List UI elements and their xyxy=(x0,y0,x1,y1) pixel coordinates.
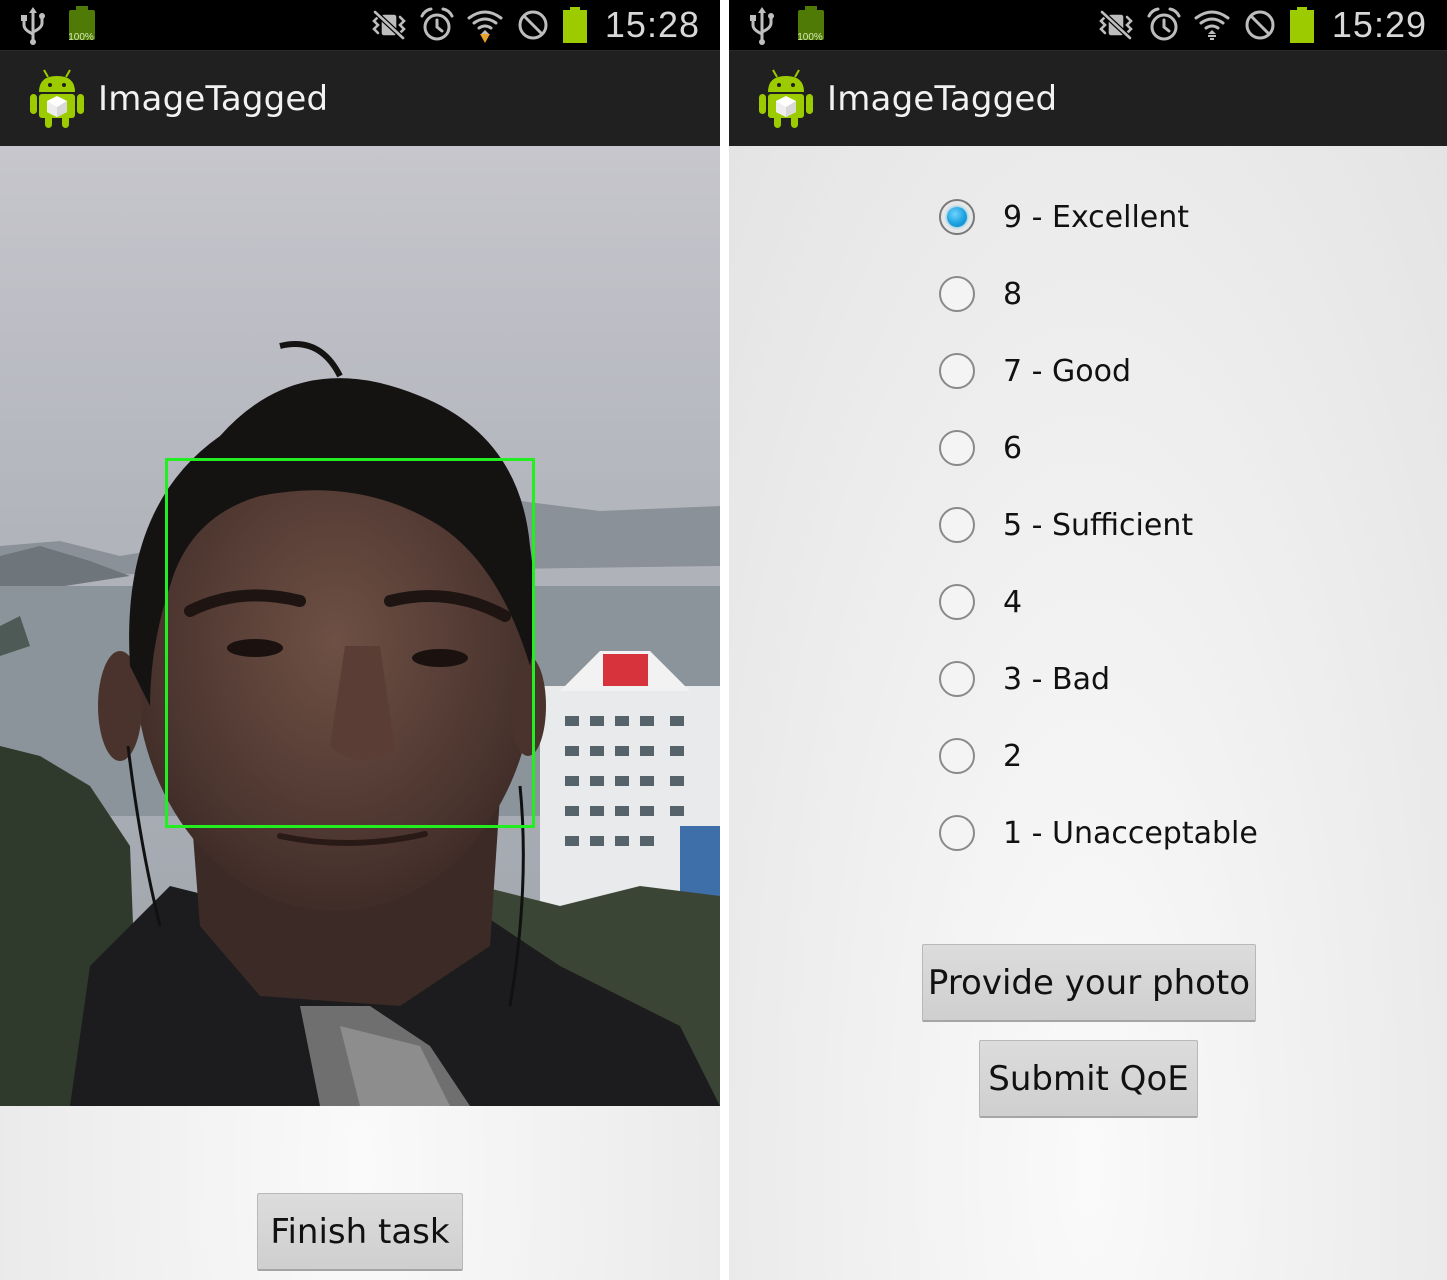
alarm-icon xyxy=(1147,7,1181,41)
battery-small-icon: 100% xyxy=(793,6,827,44)
rating-option-9[interactable]: 9 - Excellent xyxy=(939,187,1189,247)
finish-task-button[interactable]: Finish task xyxy=(257,1193,463,1271)
rating-label: 1 - Unacceptable xyxy=(1003,815,1258,851)
app-title: ImageTagged xyxy=(827,79,1058,119)
clock: 15:28 xyxy=(604,4,700,45)
battery-icon xyxy=(1289,7,1314,43)
rating-option-5[interactable]: 5 - Sufficient xyxy=(939,495,1193,555)
wifi-icon xyxy=(467,10,503,43)
rating-option-4[interactable]: 4 xyxy=(939,572,1022,632)
vibrate-icon xyxy=(372,9,406,41)
action-bar: ImageTagged xyxy=(0,50,720,146)
rating-option-3[interactable]: 3 - Bad xyxy=(939,649,1110,709)
rating-label: 7 - Good xyxy=(1003,353,1131,389)
content-area: Finish task xyxy=(0,146,720,1280)
rating-option-2[interactable]: 2 xyxy=(939,726,1022,786)
radio-button[interactable] xyxy=(939,584,975,620)
radio-button[interactable] xyxy=(939,430,975,466)
no-sign-icon xyxy=(1245,10,1275,40)
action-bar: ImageTagged xyxy=(729,50,1447,146)
provide-photo-button[interactable]: Provide your photo xyxy=(922,944,1256,1022)
radio-button[interactable] xyxy=(939,199,975,235)
alarm-icon xyxy=(420,7,454,41)
submit-qoe-button[interactable]: Submit QoE xyxy=(979,1040,1198,1118)
battery-small-icon: 100% xyxy=(64,6,98,44)
no-sign-icon xyxy=(518,10,548,40)
usb-icon xyxy=(750,7,774,45)
clock: 15:29 xyxy=(1331,4,1427,45)
selfie-photo xyxy=(0,146,720,1106)
android-app-icon xyxy=(30,69,84,128)
rating-option-8[interactable]: 8 xyxy=(939,264,1022,324)
android-app-icon xyxy=(759,69,813,128)
face-detection-box xyxy=(165,458,535,828)
radio-button[interactable] xyxy=(939,276,975,312)
screenshot-divider xyxy=(720,0,729,1280)
wifi-icon xyxy=(1194,10,1230,40)
status-bar: 100% xyxy=(729,0,1447,50)
rating-label: 3 - Bad xyxy=(1003,661,1110,697)
battery-percent-label: 100% xyxy=(797,32,823,43)
radio-button[interactable] xyxy=(939,507,975,543)
status-bar: 100% xyxy=(0,0,720,50)
screen-qoe-rating: 100% 15:29 ImageTagged 9 - Excellent 8 7… xyxy=(729,0,1447,1280)
radio-button[interactable] xyxy=(939,815,975,851)
rating-label: 5 - Sufficient xyxy=(1003,507,1194,543)
radio-button[interactable] xyxy=(939,661,975,697)
rating-label: 9 - Excellent xyxy=(1003,199,1190,235)
screen-face-detection: 100% 15:28 ImageTagged Finish task xyxy=(0,0,720,1280)
radio-button[interactable] xyxy=(939,353,975,389)
app-title: ImageTagged xyxy=(98,79,329,119)
usb-icon xyxy=(21,7,45,45)
radio-button[interactable] xyxy=(939,738,975,774)
vibrate-icon xyxy=(1099,9,1133,41)
battery-icon xyxy=(562,7,587,43)
battery-percent-label: 100% xyxy=(68,32,94,43)
content-area: 9 - Excellent 8 7 - Good 6 5 - Sufficien… xyxy=(729,146,1447,1280)
rating-option-1[interactable]: 1 - Unacceptable xyxy=(939,803,1258,863)
rating-label: 6 xyxy=(1003,430,1023,466)
rating-label: 4 xyxy=(1003,584,1023,620)
rating-label: 8 xyxy=(1003,276,1023,312)
rating-label: 2 xyxy=(1003,738,1023,774)
rating-option-6[interactable]: 6 xyxy=(939,418,1022,478)
rating-option-7[interactable]: 7 - Good xyxy=(939,341,1131,401)
